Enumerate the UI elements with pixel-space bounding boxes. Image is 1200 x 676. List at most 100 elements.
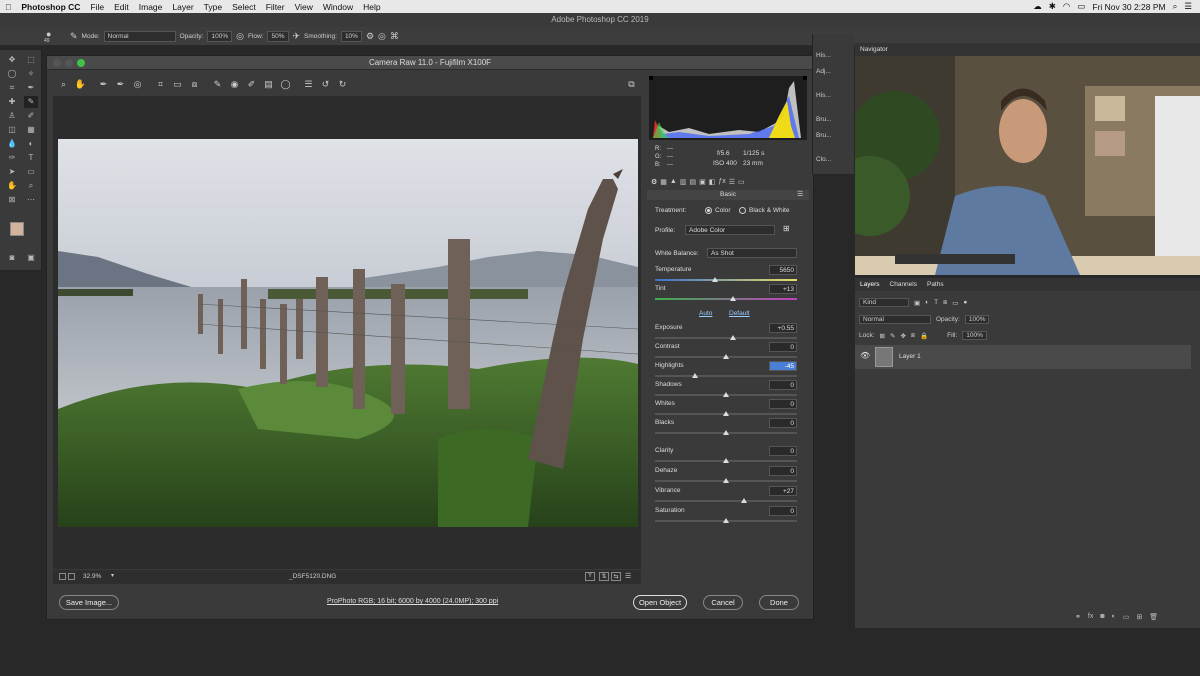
- quick-select-icon[interactable]: ✧: [24, 68, 38, 80]
- menu-image[interactable]: Image: [134, 2, 168, 12]
- blacks-value-field[interactable]: 0: [769, 418, 797, 428]
- minimize-window-button[interactable]: [65, 59, 73, 67]
- snapshots-tab-icon[interactable]: ▭: [738, 178, 745, 190]
- menu-type[interactable]: Type: [199, 2, 227, 12]
- layer-name[interactable]: Layer 1: [899, 353, 921, 360]
- auto-link[interactable]: Auto: [699, 310, 712, 317]
- history-panel-button[interactable]: His...: [816, 52, 831, 59]
- open-object-button[interactable]: Open Object: [633, 595, 687, 610]
- hsl-tab-icon[interactable]: ▥: [680, 178, 687, 190]
- radial-filter-icon[interactable]: ◯: [279, 78, 292, 91]
- spot-removal-icon[interactable]: ✎: [211, 78, 224, 91]
- group-icon[interactable]: ▭: [1123, 613, 1130, 621]
- brush-settings-panel-button[interactable]: Bru...: [816, 132, 832, 139]
- trash-icon[interactable]: 🗑: [1149, 613, 1158, 621]
- layer-opacity-field[interactable]: 100%: [964, 315, 990, 324]
- rotate-right-icon[interactable]: ↻: [336, 78, 349, 91]
- screen-mode-icon[interactable]: ▣: [24, 252, 38, 264]
- saturation-slider-thumb[interactable]: [723, 518, 729, 523]
- layer-row[interactable]: 👁 Layer 1: [855, 345, 1191, 369]
- copy-settings-icon[interactable]: ⇆: [611, 572, 621, 581]
- exposure-slider-thumb[interactable]: [730, 335, 737, 340]
- symmetry-icon[interactable]: ⌘: [390, 31, 399, 42]
- straighten-icon[interactable]: ▭: [171, 78, 184, 91]
- highlights-slider-track[interactable]: [655, 375, 797, 377]
- fullscreen-icon[interactable]: ⧉: [625, 78, 638, 91]
- before-after-y-icon[interactable]: Y: [585, 572, 595, 581]
- more-tools-icon[interactable]: ⋯: [24, 194, 38, 206]
- path-select-icon[interactable]: ➤: [5, 166, 19, 178]
- visibility-eye-icon[interactable]: 👁: [860, 351, 870, 360]
- exposure-slider-track[interactable]: [655, 337, 797, 339]
- pressure-size-icon[interactable]: ◎: [378, 31, 386, 42]
- tab-layers[interactable]: Layers: [860, 278, 880, 291]
- brush-panel-button[interactable]: Bru...: [816, 116, 832, 123]
- apple-icon[interactable]: : [0, 2, 16, 12]
- white-balance-select[interactable]: As Shot: [707, 248, 797, 258]
- hand-icon[interactable]: ✋: [74, 78, 87, 91]
- zoom-in-button[interactable]: [68, 573, 75, 580]
- blacks-slider-thumb[interactable]: [723, 430, 729, 435]
- adjustment-layer-icon[interactable]: ◐: [1112, 613, 1116, 621]
- tint-slider-thumb[interactable]: [730, 296, 737, 301]
- wifi-icon[interactable]: ◠: [1063, 1, 1070, 12]
- dehaze-slider-thumb[interactable]: [723, 478, 729, 483]
- menu-help[interactable]: Help: [358, 2, 385, 12]
- lock-all-icon[interactable]: 🔒: [920, 332, 928, 340]
- tab-paths[interactable]: Paths: [927, 278, 944, 291]
- basic-tab-icon[interactable]: ⚙: [651, 178, 657, 190]
- menu-list-icon[interactable]: ☰: [1184, 1, 1192, 12]
- contrast-slider-thumb[interactable]: [723, 354, 729, 359]
- vibrance-value-field[interactable]: +27: [769, 486, 797, 496]
- default-link[interactable]: Default: [729, 310, 750, 317]
- toggle-settings-icon[interactable]: ☰: [625, 572, 631, 580]
- menu-view[interactable]: View: [290, 2, 318, 12]
- close-window-button[interactable]: [53, 59, 61, 67]
- filter-type-icon[interactable]: T: [934, 299, 938, 306]
- fx-icon[interactable]: fx: [1088, 613, 1093, 621]
- saturation-value-field[interactable]: 0: [769, 506, 797, 516]
- menu-filter[interactable]: Filter: [261, 2, 290, 12]
- airbrush-icon[interactable]: ✈: [293, 31, 301, 42]
- shadows-slider-thumb[interactable]: [723, 392, 729, 397]
- type-tool-icon[interactable]: T: [24, 152, 38, 164]
- color-radio[interactable]: [705, 207, 712, 214]
- calibration-tab-icon[interactable]: ƒx: [718, 178, 725, 190]
- marquee-tool-icon[interactable]: ⬚: [24, 54, 38, 66]
- tab-channels[interactable]: Channels: [890, 278, 917, 291]
- rotate-left-icon[interactable]: ↺: [319, 78, 332, 91]
- stamp-tool-icon[interactable]: ♙: [5, 110, 19, 122]
- lock-position-icon[interactable]: ✥: [900, 332, 905, 340]
- menu-file[interactable]: File: [85, 2, 109, 12]
- vibrance-slider-thumb[interactable]: [741, 498, 748, 503]
- zoom-window-button[interactable]: [77, 59, 85, 67]
- link-layers-icon[interactable]: ⚭: [1075, 613, 1081, 621]
- swap-settings-icon[interactable]: ⇅: [599, 572, 609, 581]
- adjustment-brush-icon[interactable]: ✐: [245, 78, 258, 91]
- brush-panel-icon[interactable]: ✎: [70, 31, 78, 42]
- menu-layer[interactable]: Layer: [167, 2, 198, 12]
- foreground-color-swatch[interactable]: [10, 222, 24, 236]
- detail-tab-icon[interactable]: ▲: [670, 178, 677, 190]
- mask-icon[interactable]: ◙: [1100, 613, 1104, 621]
- cloud-icon[interactable]: ☁: [1033, 1, 1042, 12]
- zoom-dropdown-icon[interactable]: ▾: [111, 572, 114, 579]
- brush-preset-icon[interactable]: ●: [46, 29, 51, 39]
- histogram-panel-button[interactable]: His...: [816, 92, 831, 99]
- tint-slider-track[interactable]: [655, 298, 797, 300]
- highlights-slider-thumb[interactable]: [691, 373, 698, 378]
- flow-field[interactable]: 50%: [267, 30, 289, 42]
- lock-paint-icon[interactable]: ✎: [890, 332, 895, 340]
- exposure-value-field[interactable]: +0.55: [769, 323, 797, 333]
- pen-tool-icon[interactable]: ✑: [5, 152, 19, 164]
- effects-tab-icon[interactable]: ◧: [709, 178, 716, 190]
- zoom-level[interactable]: 32.9%: [83, 573, 101, 580]
- crop-tool-icon[interactable]: ⌗: [5, 82, 19, 94]
- lens-tab-icon[interactable]: ▣: [699, 178, 706, 190]
- lasso-tool-icon[interactable]: ◯: [5, 68, 19, 80]
- lock-pixels-icon[interactable]: ⊠: [880, 332, 885, 340]
- menu-edit[interactable]: Edit: [109, 2, 134, 12]
- battery-icon[interactable]: ▭: [1077, 1, 1085, 12]
- adjustments-panel-button[interactable]: Adj...: [816, 68, 831, 75]
- filter-smart-icon[interactable]: ▭: [952, 299, 958, 307]
